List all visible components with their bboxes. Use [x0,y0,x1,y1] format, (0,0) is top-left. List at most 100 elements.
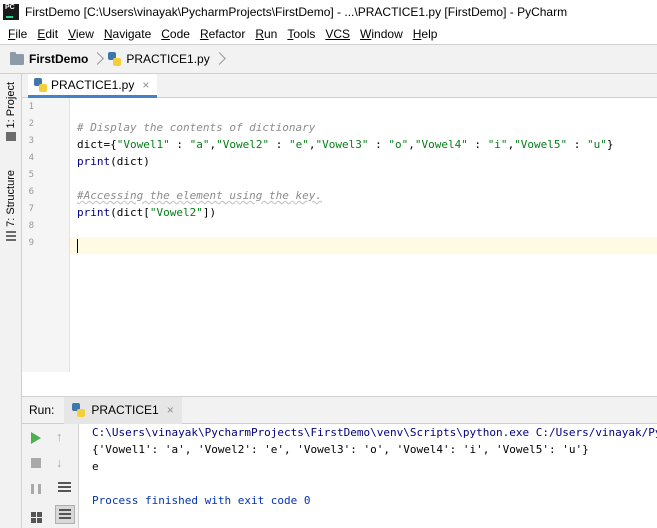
menu-view[interactable]: View [63,27,99,41]
code-string: "Vowel1" [116,138,170,151]
project-tool-tab[interactable]: 1: Project [2,82,20,142]
folder-icon [10,51,24,65]
menu-run-label: un [263,26,278,41]
run-tab-label: PRACTICE1 [91,403,159,417]
code-line-3: dict={"Vowel1" : "a","Vowel2" : "e","Vow… [70,136,657,153]
current-line [70,237,657,254]
stop-button[interactable] [31,458,47,474]
menu-tools-label: ools [293,26,316,41]
code-comment: #Accessing the element using the key. [77,189,323,202]
menu-bar: File Edit View Navigate Code Refactor Ru… [0,23,657,44]
menu-navigate[interactable]: Navigate [99,27,156,41]
code-token: : [567,138,588,151]
console-output[interactable]: C:\Users\vinayak\PycharmProjects\FirstDe… [79,424,657,528]
python-file-icon [34,77,47,92]
line-number: 6 [28,187,34,197]
menu-edit-label: dit [45,26,59,41]
menu-vcs-mnemonic: VCS [325,26,351,41]
menu-refactor[interactable]: Refactor [195,27,250,41]
console-line: e [92,460,99,473]
menu-navigate-mnemonic: N [103,26,113,41]
pause-icon [31,484,41,494]
code-line-6: #Accessing the element using the key. [70,187,657,204]
menu-refactor-mnemonic: R [199,26,209,41]
code-token: , [408,138,415,151]
menu-run[interactable]: Run [250,27,282,41]
line-number: 4 [28,153,34,163]
menu-code-mnemonic: C [161,26,170,41]
breadcrumb-project[interactable]: FirstDemo [29,52,88,66]
line-number: 2 [28,119,34,129]
code-string: "a" [189,138,210,151]
python-run-icon [72,403,86,417]
structure-icon [6,230,16,241]
code-token: (dict[ [110,206,150,219]
chevron-right-icon [214,49,226,69]
code-token: : [269,138,289,151]
soft-wrap-button[interactable] [58,482,74,498]
scroll-down-button[interactable]: ↓ [56,455,72,471]
text-caret [77,239,78,253]
breadcrumb-file[interactable]: PRACTICE1.py [126,52,209,66]
code-string: "Vowel4" [414,138,468,151]
menu-help-label: elp [421,26,438,41]
scroll-to-end-button[interactable] [55,505,75,524]
code-token: ]) [202,206,217,219]
window-title: FirstDemo [C:\Users\vinayak\PycharmProje… [25,4,568,19]
python-file-icon [108,52,122,66]
code-area[interactable]: # Display the contents of dictionary dic… [70,98,657,372]
layout-button[interactable] [31,512,47,528]
breadcrumb: FirstDemo PRACTICE1.py [0,44,657,74]
code-line-7: print(dict["Vowel2"]) [70,204,657,221]
code-string: "Vowel2" [149,206,203,219]
structure-tool-tab[interactable]: 7: Structure [2,170,20,241]
code-token: : [169,138,190,151]
code-string: "e" [288,138,309,151]
menu-edit[interactable]: Edit [32,27,63,41]
arrow-up-icon: ↑ [56,429,63,444]
layout-icon [31,512,42,523]
play-icon [31,432,41,444]
line-number: 9 [28,238,34,248]
menu-code[interactable]: Code [156,27,195,41]
soft-wrap-icon [58,482,71,492]
code-string: "u" [587,138,607,151]
run-toolbar: ↑ ↓ [22,424,79,528]
menu-window[interactable]: Window [355,27,408,41]
menu-file-label: ile [15,26,28,41]
close-icon[interactable]: × [167,403,174,417]
code-token: : [467,138,488,151]
chevron-right-icon [92,49,104,69]
menu-vcs[interactable]: VCS [320,27,355,41]
menu-file[interactable]: File [3,27,32,41]
tab-practice1[interactable]: PRACTICE1.py × [28,74,158,98]
title-bar: PC FirstDemo [C:\Users\vinayak\PycharmPr… [0,0,657,23]
menu-tools[interactable]: Tools [282,27,320,41]
menu-window-mnemonic: W [360,26,372,41]
code-line-2: # Display the contents of dictionary [70,119,657,136]
menu-run-mnemonic: R [255,26,264,41]
console-line: Process finished with exit code 0 [92,494,311,507]
code-comment: # Display the contents of dictionary [77,121,316,134]
menu-view-label: iew [75,26,94,41]
code-token: : [368,138,389,151]
menu-view-mnemonic: V [68,26,76,41]
line-number: 7 [28,204,34,214]
menu-window-label: indow [371,26,403,41]
close-icon[interactable]: × [142,78,149,92]
console-line: {'Vowel1': 'a', 'Vowel2': 'e', 'Vowel3':… [92,443,589,456]
menu-refactor-label: efactor [208,26,246,41]
code-token: dict={ [77,138,117,151]
pause-button[interactable] [31,484,47,500]
pycharm-logo-icon: PC [3,3,19,20]
run-tab-practice1[interactable]: PRACTICE1 × [64,396,182,424]
menu-help[interactable]: Help [408,27,443,41]
scroll-up-button[interactable]: ↑ [56,429,72,445]
code-builtin: print [77,155,111,168]
arrow-down-icon: ↓ [56,455,63,470]
code-editor[interactable]: 1 2 3 4 5 6 7 8 9 # Display the contents… [22,98,657,372]
rerun-button[interactable] [31,432,47,448]
run-label: Run: [29,403,55,417]
line-number: 5 [28,170,34,180]
code-token: (dict) [110,155,150,168]
